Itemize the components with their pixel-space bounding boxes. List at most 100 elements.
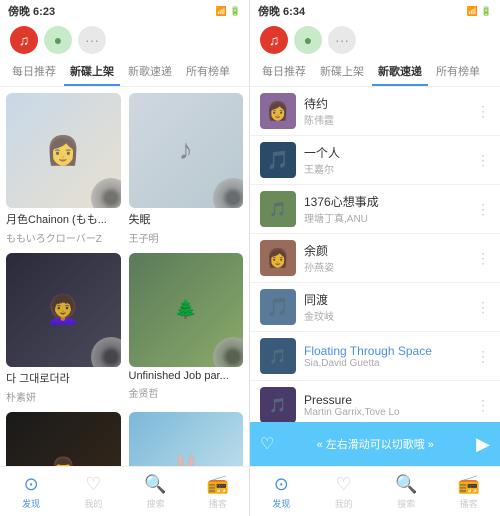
album-item-unfinished[interactable]: 🌲 Unfinished Job par... 金贤哲 bbox=[129, 253, 244, 405]
song-item-floating[interactable]: 🎵 Floating Through Space Sia,David Guett… bbox=[250, 332, 500, 381]
right-nav-podcast[interactable]: 📻 播客 bbox=[438, 474, 500, 510]
right-tabs: 每日推荐 新碟上架 新歌速递 所有榜单 bbox=[250, 58, 500, 87]
right-discover-label: 发现 bbox=[272, 497, 290, 510]
left-icons-row: ♫ ● ··· bbox=[0, 22, 249, 58]
left-tab-newsong[interactable]: 新歌速递 bbox=[122, 58, 178, 86]
right-tab-daily[interactable]: 每日推荐 bbox=[256, 58, 312, 86]
album-title-unfinished: Unfinished Job par... bbox=[129, 370, 244, 382]
left-tabs: 每日推荐 新碟上架 新歌速递 所有榜单 bbox=[0, 58, 249, 87]
song-title-alone: 一个人 bbox=[304, 144, 468, 161]
right-time: 傍晚 6:34 bbox=[258, 3, 305, 19]
more-icon-daisyou[interactable]: ⋮ bbox=[476, 103, 490, 120]
album-cover-weeknd: 👨 bbox=[6, 412, 121, 466]
left-nav-search[interactable]: 🔍 搜索 bbox=[125, 474, 187, 510]
left-tab-daily[interactable]: 每日推荐 bbox=[6, 58, 62, 86]
album-item-weeknd[interactable]: 👨 THE HIGHLIGHTS bbox=[6, 412, 121, 466]
right-mine-label: 我的 bbox=[335, 497, 353, 510]
right-tab-charts[interactable]: 所有榜单 bbox=[430, 58, 486, 86]
album-artist-korea: 朴素妍 bbox=[6, 389, 121, 404]
album-artist-chainon: ももいろクローバーZ bbox=[6, 230, 121, 245]
right-discover-icon: ⊙ bbox=[274, 474, 289, 495]
song-item-daisyou[interactable]: 👩 待约 陈伟霆 ⋮ bbox=[250, 87, 500, 136]
song-artist-tongdu: 金玟岐 bbox=[304, 308, 468, 323]
song-info-yuwan: 余颜 孙燕姿 bbox=[304, 242, 468, 274]
album-artist-unfinished: 金贤哲 bbox=[129, 385, 244, 400]
play-icon[interactable]: ▶ bbox=[476, 434, 490, 455]
search-label: 搜索 bbox=[147, 497, 165, 510]
podcast-icon: 📻 bbox=[207, 474, 229, 495]
right-panel: 傍晚 6:34 📶 🔋 ♫ ● ··· 每日推荐 新碟上架 新歌速递 所有榜单 … bbox=[250, 0, 500, 516]
right-nav-discover[interactable]: ⊙ 发现 bbox=[250, 474, 313, 510]
more-icon-pressure[interactable]: ⋮ bbox=[476, 397, 490, 414]
more-icon-floating[interactable]: ⋮ bbox=[476, 348, 490, 365]
left-nav-discover[interactable]: ⊙ 发现 bbox=[0, 474, 62, 510]
left-icon-music[interactable]: ♫ bbox=[10, 26, 38, 54]
song-item-1376[interactable]: 🎵 1376心想事成 理塘丁真,ANU ⋮ bbox=[250, 185, 500, 234]
song-thumb-pressure: 🎵 bbox=[260, 387, 296, 422]
left-icon-green[interactable]: ● bbox=[44, 26, 72, 54]
album-title-lost: 失眠 bbox=[129, 211, 244, 227]
left-status-bar: 傍晚 6:23 📶 🔋 bbox=[0, 0, 249, 22]
right-podcast-label: 播客 bbox=[460, 497, 478, 510]
left-album-grid: 👩 月色Chainon (もも... ももいろクローバーZ ♪ 失眠 王子明 👩… bbox=[0, 87, 249, 466]
scroll-hint-text: « 左右滑动可以切歌哦 » bbox=[282, 436, 468, 452]
right-song-list: 👩 待约 陈伟霆 ⋮ 🎵 一个人 王嘉尔 ⋮ 🎵 1376心想事成 bbox=[250, 87, 500, 422]
song-title-1376: 1376心想事成 bbox=[304, 193, 468, 210]
left-icon-gray[interactable]: ··· bbox=[78, 26, 106, 54]
album-item-lost[interactable]: ♪ 失眠 王子明 bbox=[129, 93, 244, 245]
left-time: 傍晚 6:23 bbox=[8, 3, 55, 19]
left-nav-mine[interactable]: ♡ 我的 bbox=[62, 474, 124, 510]
right-status-icons: 📶 🔋 bbox=[467, 6, 492, 17]
album-item-rabbit[interactable]: 🐰 bbox=[129, 412, 244, 466]
song-artist-alone: 王嘉尔 bbox=[304, 161, 468, 176]
album-cover-unfinished: 🌲 bbox=[129, 253, 244, 368]
right-icon-gray[interactable]: ··· bbox=[328, 26, 356, 54]
right-podcast-icon: 📻 bbox=[458, 474, 480, 495]
album-item-chainon[interactable]: 👩 月色Chainon (もも... ももいろクローバーZ bbox=[6, 93, 121, 245]
song-title-daisyou: 待约 bbox=[304, 95, 468, 112]
song-title-floating: Floating Through Space bbox=[304, 344, 468, 358]
more-icon-tongdu[interactable]: ⋮ bbox=[476, 299, 490, 316]
album-title-chainon: 月色Chainon (もも... bbox=[6, 211, 121, 227]
more-icon-alone[interactable]: ⋮ bbox=[476, 152, 490, 169]
song-info-1376: 1376心想事成 理塘丁真,ANU bbox=[304, 193, 468, 225]
song-artist-pressure: Martin Garrix,Tove Lo bbox=[304, 407, 468, 418]
right-search-label: 搜索 bbox=[397, 497, 415, 510]
right-icon-music[interactable]: ♫ bbox=[260, 26, 288, 54]
song-title-yuwan: 余颜 bbox=[304, 242, 468, 259]
right-icon-green[interactable]: ● bbox=[294, 26, 322, 54]
right-icons-row: ♫ ● ··· bbox=[250, 22, 500, 58]
song-item-yuwan[interactable]: 👩 余颜 孙燕姿 ⋮ bbox=[250, 234, 500, 283]
left-panel: 傍晚 6:23 📶 🔋 ♫ ● ··· 每日推荐 新碟上架 新歌速递 所有榜单 … bbox=[0, 0, 250, 516]
song-artist-floating: Sia,David Guetta bbox=[304, 358, 468, 369]
song-item-pressure[interactable]: 🎵 Pressure Martin Garrix,Tove Lo ⋮ bbox=[250, 381, 500, 422]
right-status-bar: 傍晚 6:34 📶 🔋 bbox=[250, 0, 500, 22]
right-nav-mine[interactable]: ♡ 我的 bbox=[313, 474, 376, 510]
song-thumb-daisyou: 👩 bbox=[260, 93, 296, 129]
song-artist-daisyou: 陈伟霆 bbox=[304, 112, 468, 127]
song-thumb-alone: 🎵 bbox=[260, 142, 296, 178]
left-tab-newalbum[interactable]: 新碟上架 bbox=[64, 58, 120, 86]
album-cover-chainon: 👩 bbox=[6, 93, 121, 208]
more-icon-1376[interactable]: ⋮ bbox=[476, 201, 490, 218]
album-cover-korea: 👩‍🦱 bbox=[6, 253, 121, 368]
song-info-daisyou: 待约 陈伟霆 bbox=[304, 95, 468, 127]
player-bar: ♡ « 左右滑动可以切歌哦 » ▶ bbox=[250, 422, 500, 466]
left-nav-podcast[interactable]: 📻 播客 bbox=[187, 474, 249, 510]
album-artist-lost: 王子明 bbox=[129, 230, 244, 245]
song-thumb-1376: 🎵 bbox=[260, 191, 296, 227]
song-info-floating: Floating Through Space Sia,David Guetta bbox=[304, 344, 468, 369]
right-nav-search[interactable]: 🔍 搜索 bbox=[375, 474, 438, 510]
podcast-label: 播客 bbox=[209, 497, 227, 510]
left-tab-charts[interactable]: 所有榜单 bbox=[180, 58, 236, 86]
right-tab-newsong[interactable]: 新歌速递 bbox=[372, 58, 428, 86]
song-item-tongdu[interactable]: 🎵 同渡 金玟岐 ⋮ bbox=[250, 283, 500, 332]
song-item-alone[interactable]: 🎵 一个人 王嘉尔 ⋮ bbox=[250, 136, 500, 185]
song-title-pressure: Pressure bbox=[304, 393, 468, 407]
more-icon-yuwan[interactable]: ⋮ bbox=[476, 250, 490, 267]
right-tab-newalbum[interactable]: 新碟上架 bbox=[314, 58, 370, 86]
song-artist-1376: 理塘丁真,ANU bbox=[304, 210, 468, 225]
album-item-korea[interactable]: 👩‍🦱 다 그대로더라 朴素妍 bbox=[6, 253, 121, 405]
discover-label: 发现 bbox=[22, 497, 40, 510]
heart-icon[interactable]: ♡ bbox=[260, 434, 274, 454]
